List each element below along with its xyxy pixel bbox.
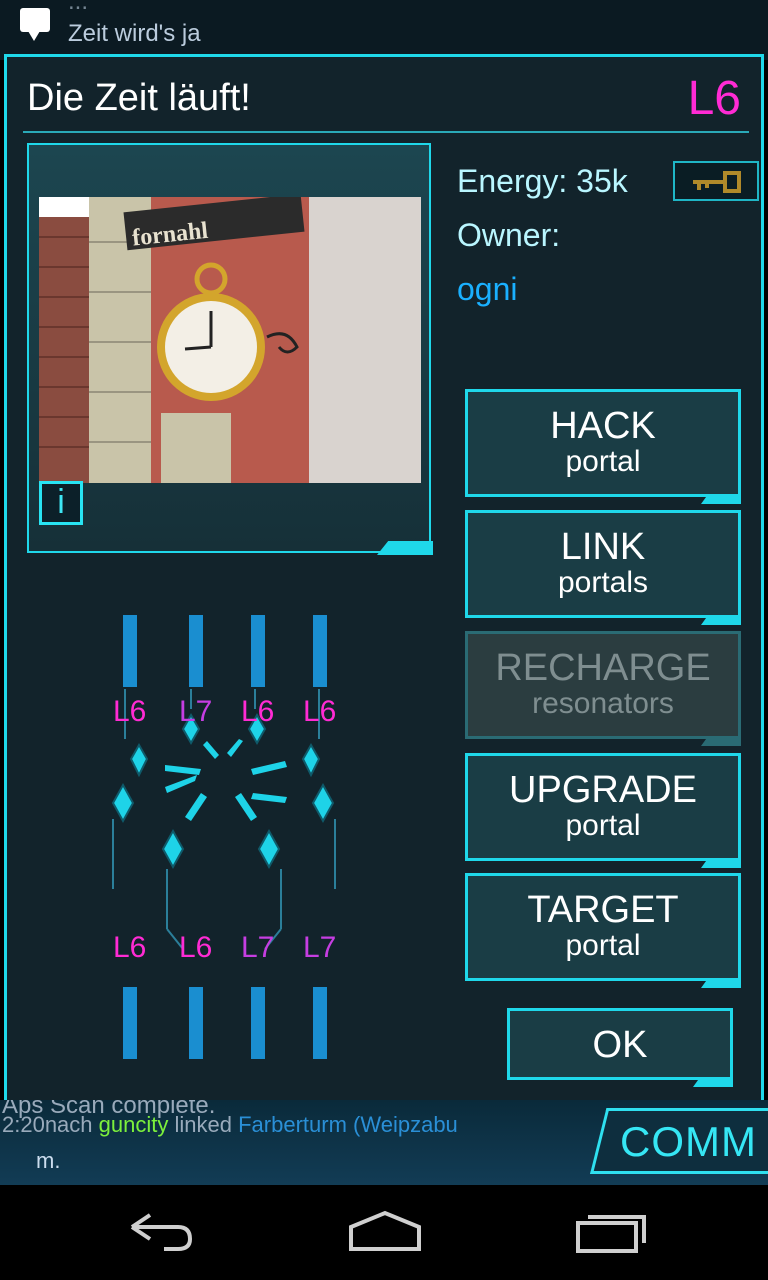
resonator-energy-bar bbox=[189, 987, 203, 1059]
resonator-energy-bar bbox=[189, 615, 203, 687]
resonator-energy-bar bbox=[123, 987, 137, 1059]
resonator-energy-bar bbox=[313, 615, 327, 687]
resonator-energy-bar bbox=[251, 615, 265, 687]
recharge-button[interactable]: RECHARGE resonators bbox=[465, 631, 741, 739]
hack-button-label: HACK bbox=[550, 405, 656, 447]
resonator-level: L7 bbox=[303, 931, 337, 964]
target-button-sublabel: portal bbox=[565, 929, 641, 962]
energy-label: Energy: bbox=[457, 163, 568, 199]
energy-value: 35k bbox=[576, 163, 628, 199]
portal-title: Die Zeit läuft! bbox=[27, 77, 251, 119]
comm-portal: (Weipzabu bbox=[353, 1112, 458, 1137]
portal-key-button[interactable] bbox=[673, 161, 759, 201]
target-button-label: TARGET bbox=[527, 889, 679, 931]
resonator-energy-bar bbox=[123, 615, 137, 687]
link-button-label: LINK bbox=[560, 526, 646, 568]
resonator-level: L6 bbox=[113, 695, 147, 728]
comm-line: m. bbox=[36, 1148, 61, 1173]
owner-name[interactable]: ogni bbox=[457, 271, 518, 308]
resonator-level: L6 bbox=[113, 931, 147, 964]
resonator-diagram: L6 L7 L6 L6 L6 L6 L7 L7 bbox=[87, 569, 387, 1059]
ok-button[interactable]: OK bbox=[507, 1008, 733, 1080]
link-button[interactable]: LINK portals bbox=[465, 510, 741, 618]
resonator-level: L7 bbox=[179, 695, 213, 728]
ok-button-label: OK bbox=[592, 1024, 648, 1066]
recent-apps-icon[interactable] bbox=[572, 1205, 652, 1255]
owner-label: Owner: bbox=[457, 217, 561, 253]
title-divider bbox=[23, 131, 749, 133]
info-button[interactable]: i bbox=[39, 481, 83, 525]
portal-dialog: Die Zeit läuft! L6 fornahl i Energy: 35k… bbox=[4, 54, 764, 1112]
comm-message-partial: ... bbox=[68, 0, 89, 15]
comm-tab-label[interactable]: COMM bbox=[620, 1118, 757, 1166]
resonator-energy-bar bbox=[251, 987, 265, 1059]
portal-photo-frame: fornahl i bbox=[27, 143, 431, 553]
resonator-level: L6 bbox=[241, 695, 275, 728]
navigation-bar bbox=[0, 1185, 768, 1280]
upgrade-button[interactable]: UPGRADE portal bbox=[465, 753, 741, 861]
resonator-level: L7 bbox=[241, 931, 275, 964]
portal-photo-image: fornahl bbox=[39, 197, 421, 483]
upgrade-button-label: UPGRADE bbox=[509, 769, 697, 811]
portal-energy: Energy: 35k bbox=[457, 163, 628, 200]
key-icon bbox=[693, 171, 741, 193]
back-icon[interactable] bbox=[120, 1205, 200, 1255]
hack-button[interactable]: HACK portal bbox=[465, 389, 741, 497]
comm-action: linked bbox=[174, 1112, 232, 1137]
target-button[interactable]: TARGET portal bbox=[465, 873, 741, 981]
link-button-sublabel: portals bbox=[557, 566, 649, 599]
resonator-energy-bar bbox=[313, 987, 327, 1059]
resonator-level: L6 bbox=[179, 931, 213, 964]
comm-message: Zeit wird's ja bbox=[68, 20, 201, 47]
portal-level: L6 bbox=[687, 72, 741, 125]
home-icon[interactable] bbox=[345, 1205, 425, 1255]
comm-time: 2:20nach bbox=[2, 1112, 93, 1137]
comm-background-top: ... Zeit wird's ja bbox=[0, 0, 768, 60]
chat-icon[interactable] bbox=[20, 8, 50, 41]
recharge-button-label: RECHARGE bbox=[495, 647, 711, 689]
upgrade-button-sublabel: portal bbox=[565, 809, 641, 842]
hack-button-sublabel: portal bbox=[565, 445, 641, 478]
comm-player: guncity bbox=[98, 1112, 169, 1137]
comm-line: 2:20nach guncity linked Farberturm (Weip… bbox=[2, 1112, 458, 1138]
resonator-level: L6 bbox=[303, 695, 337, 728]
comm-portal: Farberturm bbox=[238, 1112, 347, 1137]
recharge-button-sublabel: resonators bbox=[532, 687, 674, 720]
portal-photo[interactable]: fornahl bbox=[39, 197, 421, 483]
